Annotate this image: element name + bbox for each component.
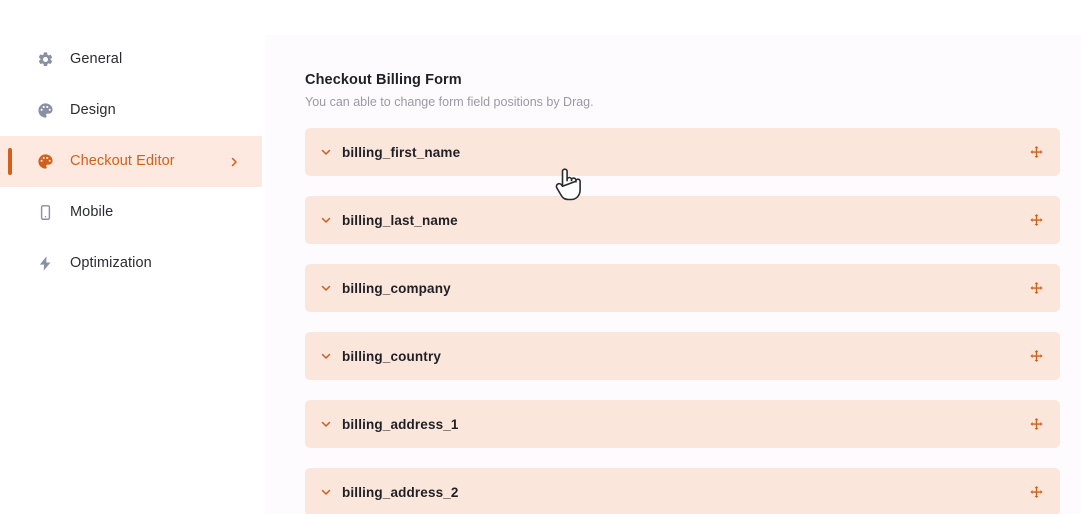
- drag-move-icon[interactable]: [1028, 416, 1044, 432]
- list-item[interactable]: billing_address_1: [305, 400, 1060, 449]
- sidebar-item-label: Optimization: [70, 255, 152, 272]
- drag-move-icon[interactable]: [1028, 348, 1044, 364]
- sidebar-item-checkout-editor[interactable]: Checkout Editor: [0, 136, 262, 187]
- gear-icon: [36, 51, 54, 69]
- page-title: Checkout Billing Form: [305, 72, 462, 88]
- field-label: billing_address_1: [342, 416, 459, 432]
- sidebar-item-optimization[interactable]: Optimization: [0, 238, 262, 289]
- active-indicator-bar: [8, 148, 12, 175]
- sidebar-item-label: Checkout Editor: [70, 153, 175, 170]
- list-item[interactable]: billing_first_name: [305, 128, 1060, 177]
- field-label: billing_last_name: [342, 212, 458, 228]
- chevron-down-icon[interactable]: [319, 214, 332, 227]
- drag-move-icon[interactable]: [1028, 212, 1044, 228]
- palette-icon: [36, 153, 54, 171]
- drag-move-icon[interactable]: [1028, 280, 1044, 296]
- drag-move-icon[interactable]: [1028, 144, 1044, 160]
- sidebar-item-label: General: [70, 51, 123, 68]
- page-subtitle: You can able to change form field positi…: [305, 94, 594, 109]
- sidebar-item-label: Mobile: [70, 204, 114, 221]
- list-item[interactable]: billing_country: [305, 332, 1060, 381]
- sidebar: General Design Checkout Editor Mobile Op…: [0, 0, 262, 514]
- sidebar-item-mobile[interactable]: Mobile: [0, 187, 262, 238]
- chevron-down-icon[interactable]: [319, 418, 332, 431]
- palette-icon: [36, 102, 54, 120]
- mobile-icon: [36, 204, 54, 222]
- list-item[interactable]: billing_address_2: [305, 468, 1060, 514]
- main-content: Checkout Billing Form You can able to ch…: [262, 0, 1081, 514]
- checkout-editor-panel: Checkout Billing Form You can able to ch…: [265, 35, 1081, 514]
- chevron-down-icon[interactable]: [319, 350, 332, 363]
- sidebar-item-label: Design: [70, 102, 116, 119]
- chevron-down-icon[interactable]: [319, 146, 332, 159]
- list-item[interactable]: billing_last_name: [305, 196, 1060, 245]
- drag-move-icon[interactable]: [1028, 484, 1044, 500]
- field-label: billing_country: [342, 348, 442, 364]
- list-item[interactable]: billing_company: [305, 264, 1060, 313]
- sidebar-item-general[interactable]: General: [0, 34, 262, 85]
- field-label: billing_first_name: [342, 144, 461, 160]
- chevron-down-icon[interactable]: [319, 282, 332, 295]
- chevron-down-icon[interactable]: [319, 486, 332, 499]
- chevron-right-icon: [228, 156, 240, 168]
- billing-field-list: billing_first_name billing_last_name bil…: [265, 128, 1081, 514]
- lightning-icon: [36, 255, 54, 273]
- field-label: billing_address_2: [342, 484, 459, 500]
- field-label: billing_company: [342, 280, 451, 296]
- panel-header: Checkout Billing Form You can able to ch…: [265, 35, 1081, 110]
- settings-page: General Design Checkout Editor Mobile Op…: [0, 0, 1081, 514]
- sidebar-item-design[interactable]: Design: [0, 85, 262, 136]
